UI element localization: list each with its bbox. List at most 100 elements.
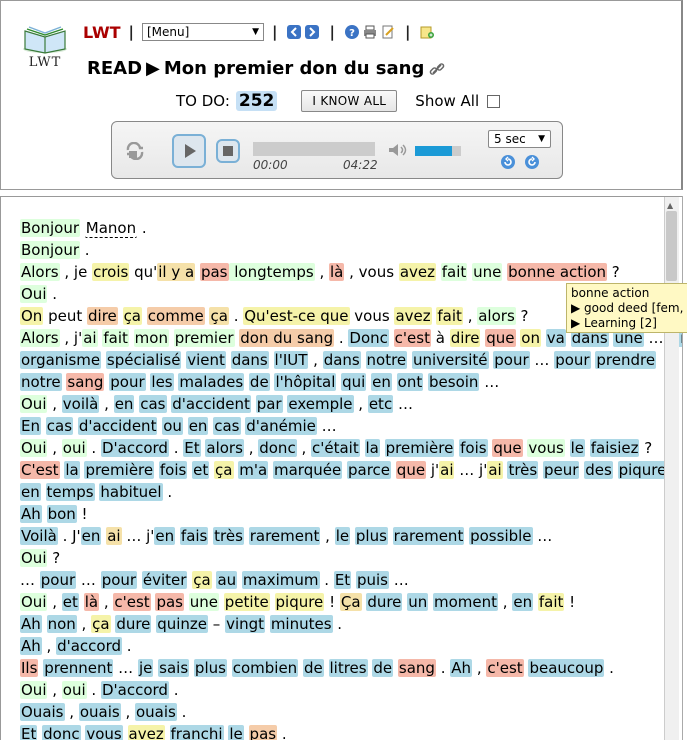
word[interactable]: en (80, 527, 102, 545)
word[interactable]: prennent (43, 659, 114, 677)
edit-text-icon[interactable] (381, 25, 395, 39)
word[interactable]: premier (173, 329, 235, 347)
word[interactable]: longtemps (228, 263, 315, 281)
word[interactable]: sang (66, 373, 105, 391)
volume-icon[interactable] (387, 142, 409, 162)
word[interactable]: On (20, 307, 44, 325)
word[interactable]: piqure (274, 593, 325, 611)
word[interactable]: etc (367, 395, 394, 413)
word[interactable]: peur (543, 461, 580, 479)
word[interactable]: dans (322, 351, 361, 369)
word[interactable]: Et (20, 725, 38, 740)
word[interactable]: la (364, 439, 380, 457)
new-term-icon[interactable] (420, 25, 435, 39)
word[interactable]: D'accord (100, 681, 169, 699)
word[interactable]: ça (91, 615, 111, 633)
word[interactable]: ça (192, 571, 212, 589)
word[interactable]: En (20, 417, 41, 435)
skip-forward-icon[interactable] (524, 154, 540, 174)
word[interactable]: les (150, 373, 174, 391)
word[interactable]: Et (183, 439, 201, 457)
word[interactable]: organisme (20, 351, 102, 369)
word[interactable]: pour (39, 571, 77, 589)
word[interactable]: cas (213, 417, 241, 435)
word[interactable]: marquée (273, 461, 343, 479)
word[interactable]: vous (527, 439, 565, 457)
word[interactable]: en (512, 593, 534, 611)
word[interactable]: alors (477, 307, 516, 325)
scroll-thumb[interactable] (666, 211, 677, 281)
word[interactable]: il y a (157, 263, 196, 281)
word[interactable]: Ah (20, 615, 42, 633)
word[interactable]: le (569, 439, 585, 457)
word[interactable]: donc (42, 725, 81, 740)
word[interactable]: je (137, 659, 154, 677)
word[interactable]: en (20, 483, 41, 501)
word[interactable]: en (113, 395, 135, 413)
word[interactable]: Alors (20, 329, 60, 347)
word[interactable]: première (84, 461, 155, 479)
word[interactable]: Ah (20, 505, 42, 523)
word[interactable]: dure (115, 615, 152, 633)
word[interactable]: litres (328, 659, 368, 677)
word[interactable]: fait (537, 593, 565, 611)
word[interactable]: minutes (269, 615, 333, 633)
word[interactable]: dure (366, 593, 403, 611)
word[interactable]: pour (100, 571, 138, 589)
word[interactable]: Ah (450, 659, 473, 677)
word[interactable]: va (545, 329, 566, 347)
word[interactable]: m'a (238, 461, 269, 479)
word[interactable]: combien (231, 659, 299, 677)
word[interactable]: ouais (78, 703, 121, 721)
scroll-up-icon[interactable]: ▲ (667, 201, 673, 210)
word[interactable]: Oui (20, 681, 48, 699)
word[interactable]: fois (158, 461, 188, 479)
word[interactable]: C'est (20, 461, 60, 479)
word[interactable]: Oui (20, 593, 48, 611)
word[interactable]: spécialisé (105, 351, 182, 369)
word[interactable]: franchi (169, 725, 224, 740)
word[interactable]: Qu'est-ce que (243, 307, 350, 325)
word[interactable]: Ça (339, 593, 362, 611)
skip-back-icon[interactable] (500, 154, 516, 174)
word[interactable]: c'est (486, 659, 524, 677)
lwt-logo[interactable]: LWT (19, 21, 71, 70)
word[interactable]: Oui (20, 439, 48, 457)
play-button[interactable] (172, 134, 206, 168)
show-all-toggle[interactable]: Show All (415, 92, 501, 110)
word[interactable]: prendre (595, 351, 657, 369)
word[interactable]: ça (214, 461, 234, 479)
word[interactable]: et (61, 593, 79, 611)
word[interactable]: Voilà (20, 527, 58, 545)
word[interactable]: une (188, 593, 220, 611)
word[interactable]: cas (45, 417, 74, 435)
word[interactable]: fait (102, 329, 129, 347)
word[interactable]: dire (87, 307, 118, 325)
prev-text-icon[interactable] (287, 25, 302, 39)
word[interactable]: d'accident (77, 417, 158, 435)
word[interactable]: pour (493, 351, 530, 369)
word[interactable]: non (46, 615, 77, 633)
word[interactable]: que (395, 461, 427, 479)
word[interactable]: plus (354, 527, 388, 545)
word[interactable]: vous (85, 725, 123, 740)
word[interactable]: le (228, 725, 244, 740)
word[interactable]: d'accident (171, 395, 251, 413)
word[interactable]: de (248, 373, 270, 391)
word[interactable]: fait (440, 263, 468, 281)
word[interactable]: voilà (61, 395, 100, 413)
word[interactable]: on (520, 329, 541, 347)
word[interactable]: et (192, 461, 210, 479)
word[interactable]: ai (106, 527, 122, 545)
word[interactable]: pour (554, 351, 591, 369)
word[interactable]: fais (179, 527, 209, 545)
skip-seconds-select[interactable]: 5 sec ▼ (488, 130, 551, 148)
word[interactable]: quinze (156, 615, 209, 633)
brand-link[interactable]: LWT (83, 23, 121, 42)
word[interactable]: que (485, 329, 516, 347)
word[interactable]: Oui (20, 549, 48, 567)
word[interactable]: sang (397, 659, 436, 677)
word[interactable]: avez (394, 307, 432, 325)
word[interactable]: pas (199, 263, 229, 281)
word[interactable]: en (187, 417, 209, 435)
